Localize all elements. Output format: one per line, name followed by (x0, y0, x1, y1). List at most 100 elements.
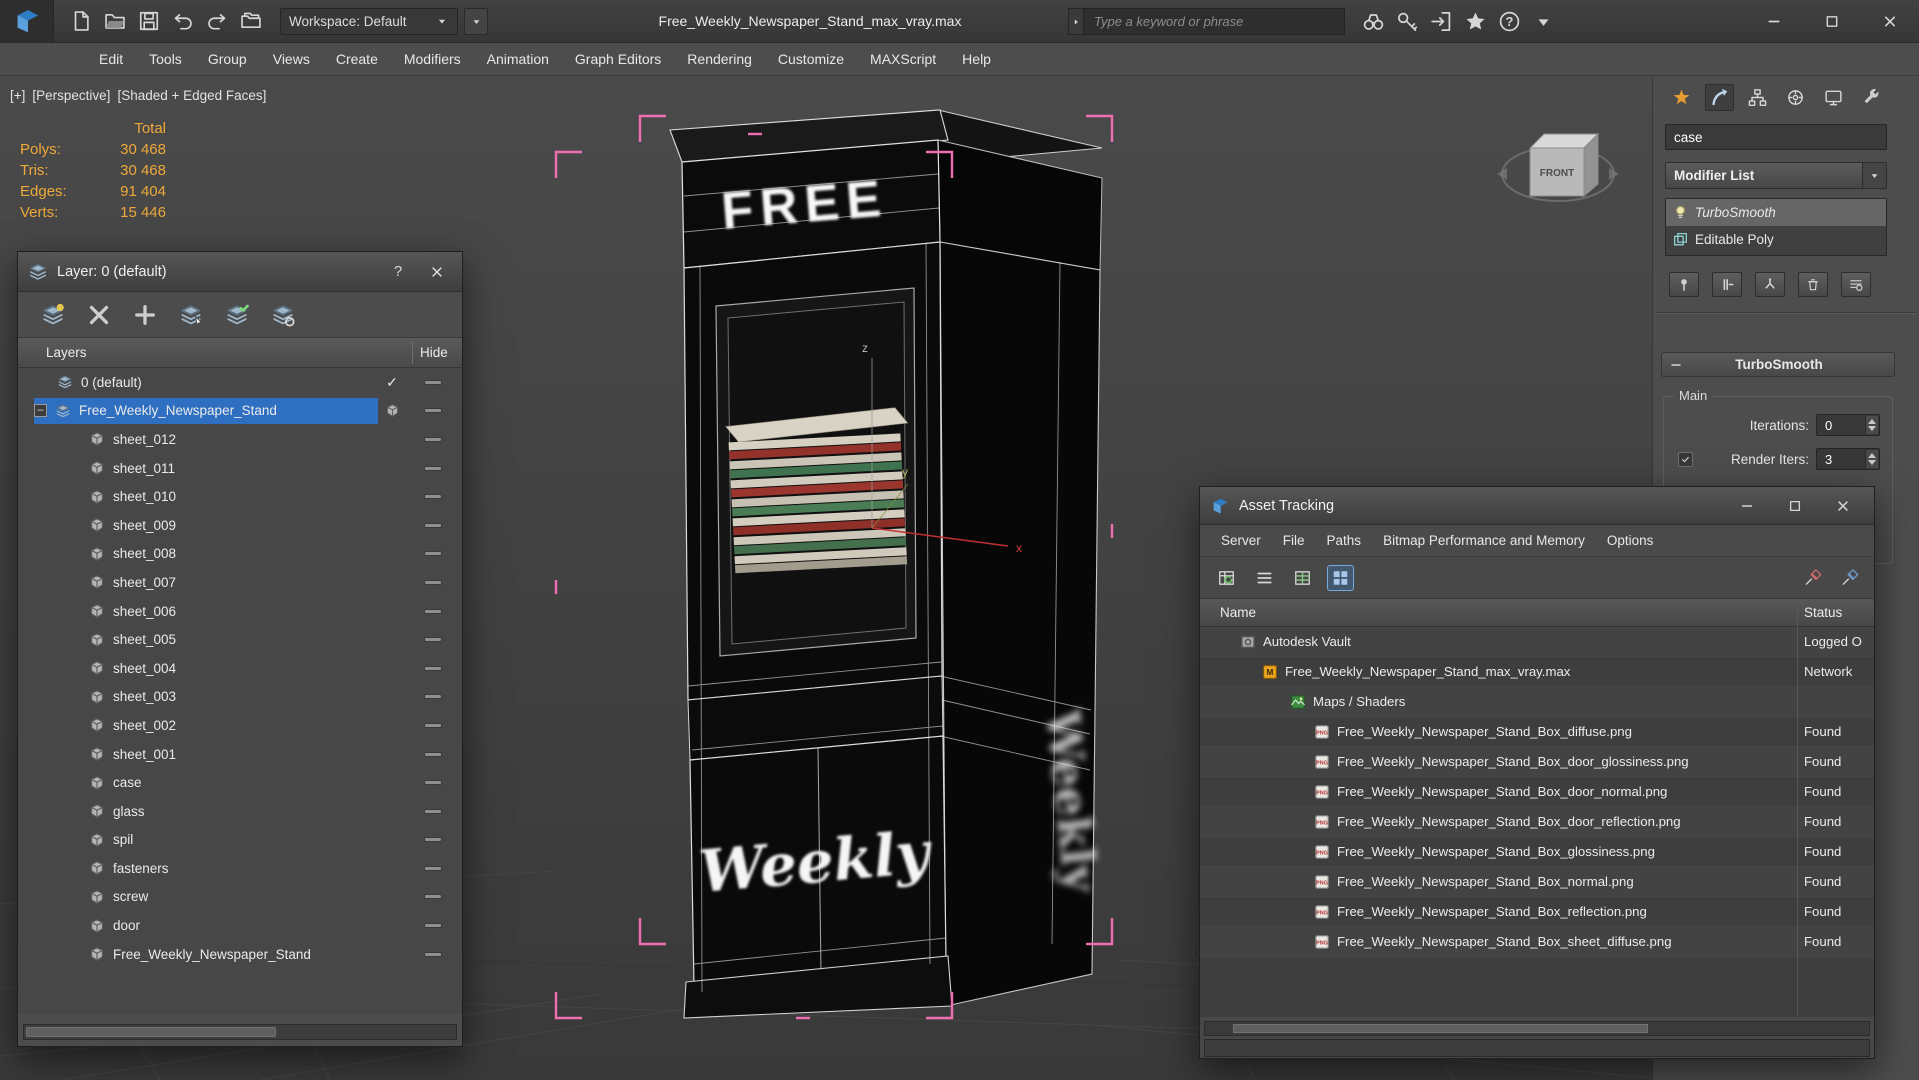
hide-toggle[interactable] (424, 579, 442, 585)
layer-row[interactable]: Free_Weekly_Newspaper_Stand (18, 940, 462, 969)
search-history-button[interactable] (1068, 8, 1083, 35)
maximize-icon[interactable] (1803, 0, 1861, 43)
layer-row[interactable]: screw (18, 883, 462, 912)
new-layer-icon[interactable] (40, 303, 66, 327)
scrollbar-thumb[interactable] (1233, 1024, 1648, 1033)
set-current-layer-icon[interactable] (224, 303, 250, 327)
asset-row[interactable]: PNG Free_Weekly_Newspaper_Stand_Box_diffu… (1200, 717, 1874, 747)
asset-row[interactable]: PNG Free_Weekly_Newspaper_Stand_Box_gloss… (1200, 837, 1874, 867)
iterations-spinner[interactable]: 0 (1816, 414, 1880, 436)
hide-toggle[interactable] (424, 465, 442, 471)
layer-row[interactable]: sheet_006 (18, 597, 462, 626)
asset-horizontal-scrollbar[interactable] (1204, 1021, 1870, 1036)
close-button[interactable] (422, 259, 452, 285)
menu-item[interactable]: Customize (765, 43, 857, 75)
view-grid-icon[interactable] (1328, 565, 1353, 590)
tab-display-icon[interactable] (1819, 84, 1848, 111)
scrollbar-thumb[interactable] (26, 1027, 276, 1037)
viewport-label-segment[interactable]: [Shaded + Edged Faces] (117, 88, 266, 103)
close-icon[interactable] (1830, 496, 1856, 516)
layer-row[interactable]: sheet_007 (18, 568, 462, 597)
viewport-label-segment[interactable]: [Perspective] (32, 88, 110, 103)
asset-row[interactable]: PNG Free_Weekly_Newspaper_Stand_Box_door_… (1200, 777, 1874, 807)
hide-toggle[interactable] (424, 837, 442, 843)
redo-icon[interactable] (206, 10, 228, 32)
project-folder-icon[interactable] (240, 10, 262, 32)
status-column-header[interactable]: Status (1804, 605, 1842, 620)
asset-menu-item[interactable]: File (1272, 525, 1316, 556)
render-iters-checkbox[interactable] (1678, 451, 1693, 467)
hide-toggle[interactable] (424, 751, 442, 757)
asset-row[interactable]: PNG Free_Weekly_Newspaper_Stand_Box_sheet… (1200, 927, 1874, 957)
menu-item[interactable]: Modifiers (391, 43, 474, 75)
add-to-layer-icon[interactable] (132, 303, 158, 327)
tab-motion-icon[interactable] (1781, 84, 1810, 111)
menu-item[interactable]: Views (260, 43, 323, 75)
modifier-stack-row[interactable]: Editable Poly (1666, 226, 1886, 253)
hide-toggle[interactable] (424, 551, 442, 557)
maximize-icon[interactable] (1782, 496, 1808, 516)
make-unique-icon[interactable] (1755, 272, 1785, 297)
newspaper-stand-model[interactable]: FREE Weekly Weekly x y z (669, 109, 1108, 1019)
tab-modify-icon[interactable] (1705, 84, 1734, 111)
hide-column-header[interactable]: Hide (420, 345, 448, 360)
hide-toggle[interactable] (424, 951, 442, 957)
menu-item[interactable]: Rendering (674, 43, 765, 75)
layer-row[interactable]: sheet_004 (18, 654, 462, 683)
hide-toggle[interactable] (424, 665, 442, 671)
layer-row[interactable]: door (18, 911, 462, 940)
layer-row[interactable]: sheet_012 (18, 425, 462, 454)
layer-row[interactable]: case (18, 768, 462, 797)
asset-row[interactable]: PNG Free_Weekly_Newspaper_Stand_Box_norma… (1200, 867, 1874, 897)
layer-row[interactable]: sheet_009 (18, 511, 462, 540)
hide-toggle[interactable] (424, 923, 442, 929)
modifier-list-dropdown[interactable]: Modifier List (1665, 162, 1887, 189)
spinner-arrows[interactable] (1865, 416, 1878, 434)
viewcube-front-label[interactable]: FRONT (1540, 168, 1574, 179)
asset-menu-item[interactable]: Options (1596, 525, 1665, 556)
layer-row[interactable]: sheet_008 (18, 540, 462, 569)
editable-poly-icon[interactable] (1672, 231, 1689, 248)
pin-stack-icon[interactable] (1669, 272, 1699, 297)
hide-toggle[interactable] (424, 436, 442, 442)
hide-toggle[interactable] (424, 522, 442, 528)
favorites-star-icon[interactable] (1464, 10, 1487, 33)
layer-properties-icon[interactable] (270, 303, 296, 327)
menu-item[interactable]: Animation (474, 43, 562, 75)
layer-row[interactable]: sheet_001 (18, 740, 462, 769)
menu-item[interactable]: Help (949, 43, 1004, 75)
hide-toggle[interactable] (424, 722, 442, 728)
remove-modifier-icon[interactable] (1798, 272, 1828, 297)
layer-row[interactable]: – Free_Weekly_Newspaper_Stand (18, 397, 462, 426)
app-logo[interactable] (0, 0, 54, 42)
layer-row[interactable]: fasteners (18, 854, 462, 883)
hide-toggle[interactable] (424, 379, 442, 385)
help-button[interactable]: ? (383, 259, 413, 285)
hide-toggle[interactable] (424, 780, 442, 786)
close-icon[interactable] (1861, 0, 1919, 43)
menu-item[interactable]: MAXScript (857, 43, 949, 75)
layer-row[interactable]: sheet_010 (18, 482, 462, 511)
hide-toggle[interactable] (424, 608, 442, 614)
hide-toggle[interactable] (424, 494, 442, 500)
asset-row[interactable]: Autodesk Vault Logged O (1200, 627, 1874, 657)
asset-row[interactable]: PNG Free_Weekly_Newspaper_Stand_Box_door_… (1200, 807, 1874, 837)
viewport-label-segment[interactable]: [+] (10, 88, 25, 103)
help-icon[interactable]: ? (1498, 10, 1521, 33)
asset-menu-item[interactable]: Server (1210, 525, 1272, 556)
hide-toggle[interactable] (424, 637, 442, 643)
layer-expander[interactable]: – (34, 404, 47, 418)
minimize-icon[interactable] (1734, 496, 1760, 516)
strip-path-icon[interactable] (1837, 566, 1862, 590)
delete-layer-icon[interactable] (86, 303, 112, 327)
layer-row[interactable]: sheet_011 (18, 454, 462, 483)
hide-toggle[interactable] (424, 894, 442, 900)
layer-row[interactable]: glass (18, 797, 462, 826)
layers-column-header[interactable]: Layers (18, 345, 87, 360)
menu-item[interactable]: Group (195, 43, 260, 75)
menu-item[interactable]: Edit (86, 43, 136, 75)
asset-menu-item[interactable]: Bitmap Performance and Memory (1372, 525, 1596, 556)
view-table-icon[interactable] (1290, 566, 1315, 590)
layer-row[interactable]: sheet_005 (18, 625, 462, 654)
spinner-arrows[interactable] (1865, 450, 1878, 468)
